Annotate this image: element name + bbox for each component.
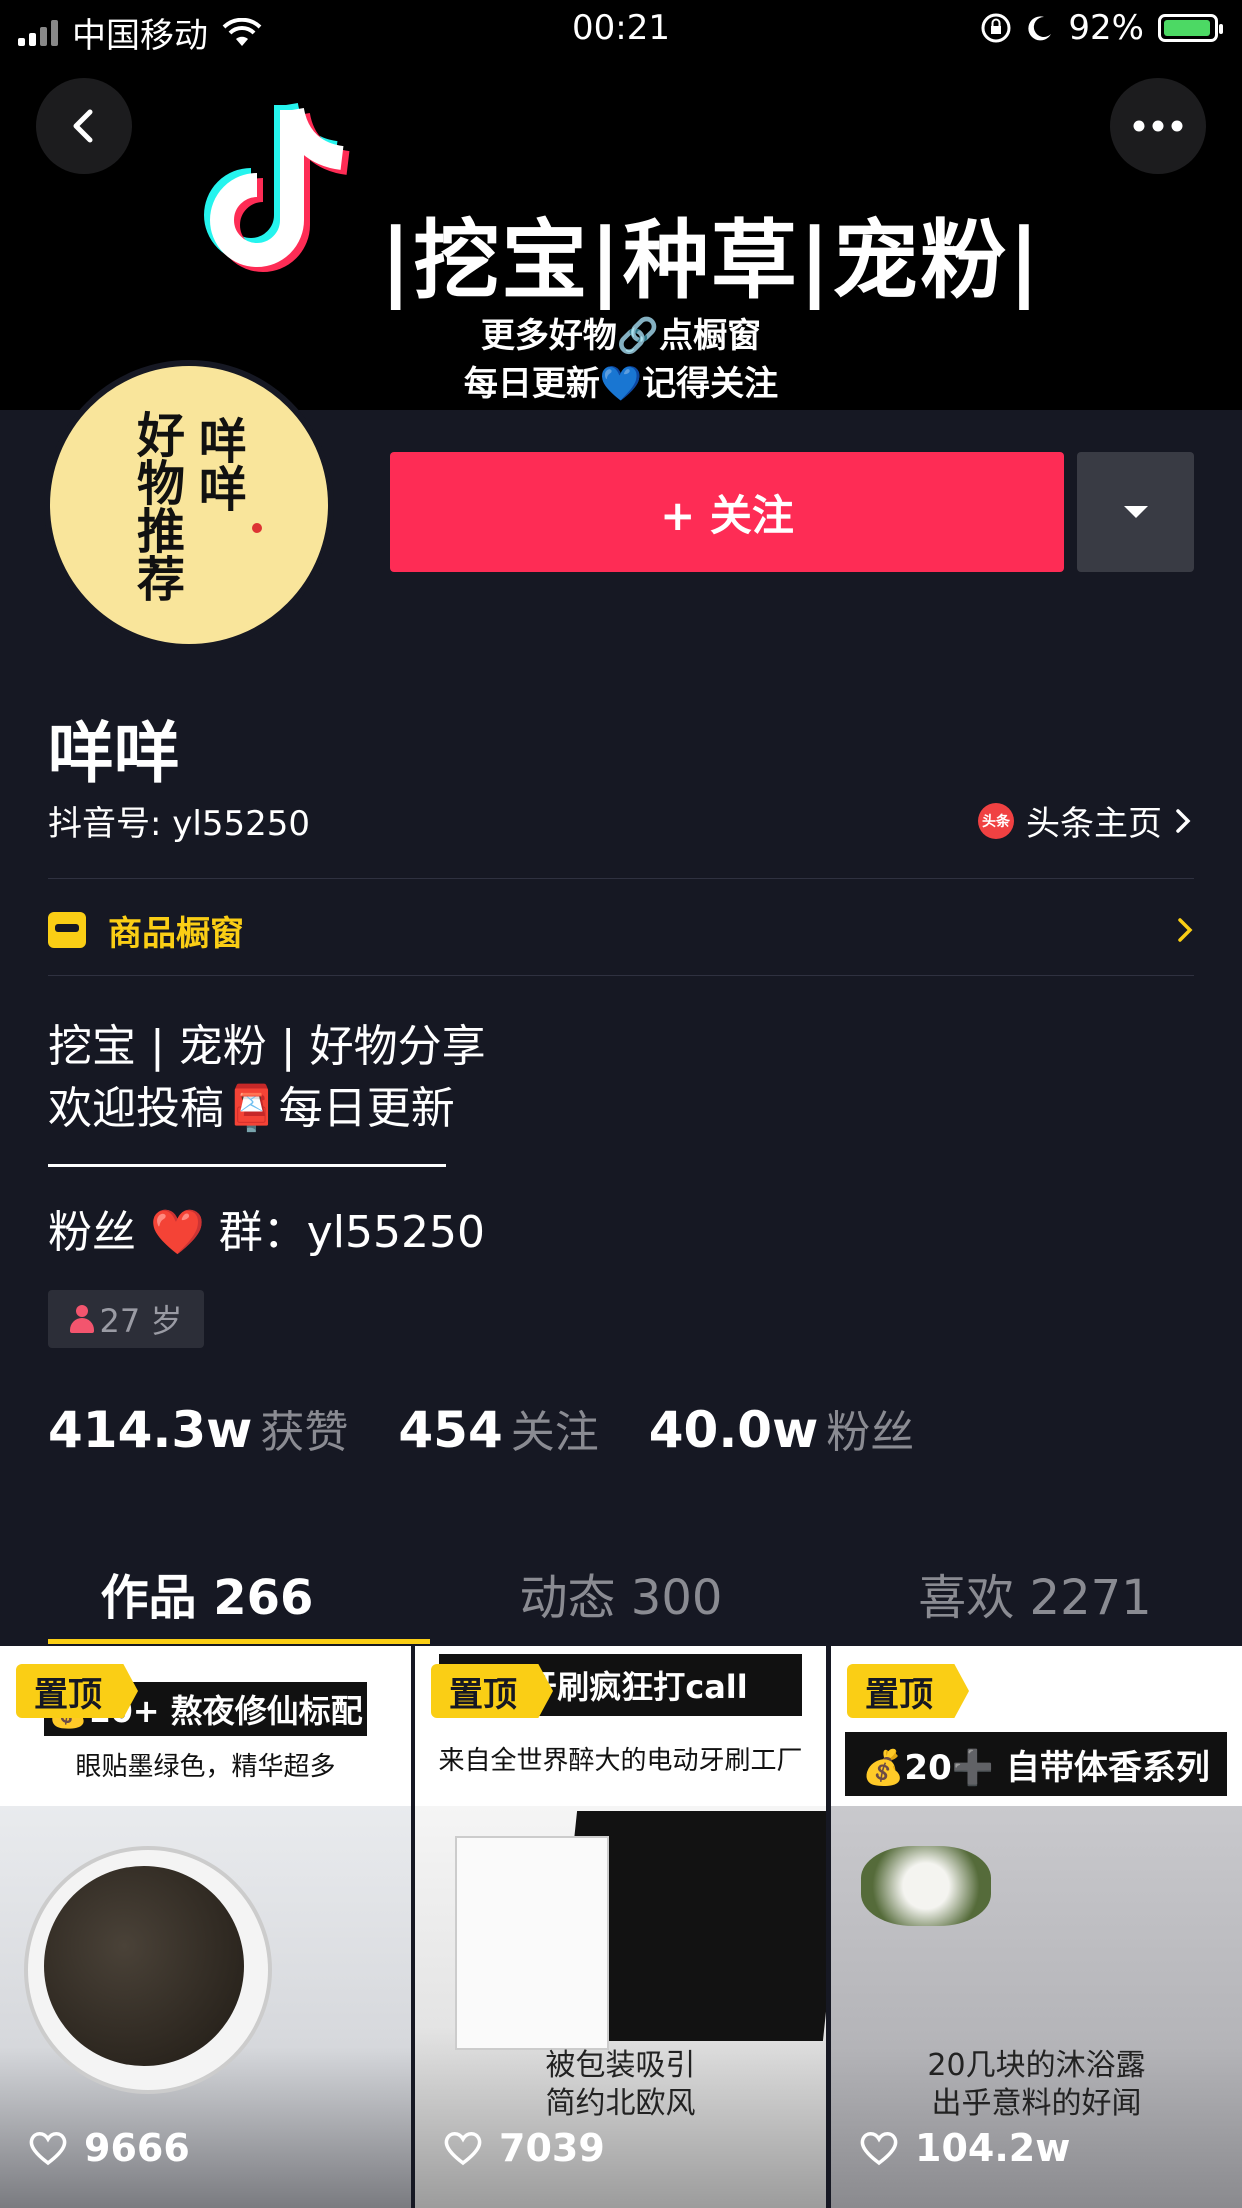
moon-icon — [1028, 16, 1052, 41]
status-bar: 中国移动 00:21 92% — [0, 0, 1242, 60]
stat-number: 414.3w — [48, 1401, 253, 1459]
status-right: 92% — [980, 8, 1223, 48]
bio-line-2: 欢迎投稿📮每日更新 — [48, 1083, 455, 1134]
ellipsis-icon — [1133, 120, 1183, 132]
bio-rule — [48, 1164, 446, 1167]
stat-number: 40.0w — [648, 1401, 819, 1459]
shop-icon — [48, 912, 86, 948]
chevron-left-icon — [73, 109, 93, 143]
eye-patch-content — [44, 1866, 244, 2066]
avatar-text-2: 好物推荐 — [128, 410, 184, 602]
toothbrush-box-white — [455, 1836, 609, 2050]
avatar-text-1: 咩咩 — [190, 416, 246, 512]
shop-label: 商品橱窗 — [108, 913, 244, 954]
chevron-right-icon — [1176, 808, 1191, 833]
video-likes: 104.2w — [859, 2126, 1070, 2170]
seal-icon — [252, 523, 262, 533]
likes-count: 7039 — [499, 2126, 605, 2170]
follow-button[interactable]: + 关注 — [390, 452, 1064, 572]
toutiao-homepage-link[interactable]: 头条 头条主页 — [978, 796, 1192, 845]
bio-line-3: 粉丝 ❤️ 群：yl55250 — [48, 1207, 485, 1258]
heart-icon — [444, 2132, 482, 2166]
avatar[interactable]: 咩咩 好物推荐 — [44, 360, 334, 650]
content-tabs: 作品 266 动态 300 喜欢 2271 — [0, 1540, 1242, 1646]
divider — [48, 975, 1194, 976]
video-caption: 简约北欧风 — [545, 2086, 696, 2121]
video-thumbnail[interactable]: 💰10+ 熬夜修仙标配 眼贴墨绿色，精华超多 置顶 9666 — [0, 1646, 411, 2208]
toutiao-icon: 头条 — [978, 802, 1014, 839]
video-subtitle: 来自全世界醉大的电动牙刷工厂 — [438, 1746, 803, 1776]
video-likes: 9666 — [28, 2126, 190, 2170]
video-thumbnail[interactable]: 💰20➕ 自带体香系列 置顶 20几块的沐浴露 出乎意料的好闻 104.2w — [831, 1646, 1242, 2208]
chevron-right-icon — [1178, 918, 1193, 942]
toutiao-link-label: 头条主页 — [1026, 804, 1162, 844]
heart-icon — [29, 2132, 67, 2166]
video-grid: 💰10+ 熬夜修仙标配 眼贴墨绿色，精华超多 置顶 9666 款牙刷疯狂打cal… — [0, 1646, 1242, 2208]
profile-banner: |挖宝|种草|宠粉| 更多好物🔗点橱窗 每日更新💙记得关注 — [0, 60, 1242, 410]
battery-icon — [1158, 14, 1223, 42]
pinned-badge: 置顶 — [431, 1664, 553, 1718]
stat-followers[interactable]: 40.0w 粉丝 — [649, 1396, 915, 1460]
heart-icon — [860, 2132, 898, 2166]
divider — [48, 878, 1194, 879]
more-options-button[interactable] — [1110, 78, 1206, 174]
tab-likes[interactable]: 喜欢 2271 — [828, 1540, 1242, 1646]
stat-following[interactable]: 454 关注 — [398, 1396, 598, 1460]
pinned-badge: 置顶 — [847, 1664, 969, 1718]
stat-label: 获赞 — [260, 1407, 349, 1458]
recommend-dropdown-button[interactable] — [1077, 452, 1194, 572]
back-button[interactable] — [36, 78, 132, 174]
video-caption: 出乎意料的好闻 — [931, 2086, 1142, 2121]
stat-label: 粉丝 — [826, 1407, 915, 1458]
profile-name: 咩咩 — [48, 715, 180, 792]
stat-number: 454 — [398, 1401, 503, 1459]
video-likes: 7039 — [443, 2126, 605, 2170]
product-showcase-link[interactable]: 商品橱窗 — [48, 900, 1194, 960]
banner-title: |挖宝|种草|宠粉| — [380, 211, 1042, 311]
video-thumbnail[interactable]: 款牙刷疯狂打call 来自全世界醉大的电动牙刷工厂 置顶 被包装吸引 简约北欧风… — [415, 1646, 826, 2208]
age-label: 27 岁 — [99, 1302, 183, 1340]
douyin-id: 抖音号: yl55250 — [48, 804, 310, 844]
likes-count: 9666 — [84, 2126, 190, 2170]
battery-percent: 92% — [1068, 8, 1144, 48]
likes-count: 104.2w — [915, 2126, 1071, 2170]
tab-works[interactable]: 作品 266 — [0, 1540, 414, 1646]
profile-stats: 414.3w 获赞 454 关注 40.0w 粉丝 — [48, 1396, 914, 1460]
video-subtitle: 眼贴墨绿色，精华超多 — [75, 1752, 336, 1782]
tab-activity[interactable]: 动态 300 — [414, 1540, 828, 1646]
bio-line-1: 挖宝 | 宠粉 | 好物分享 — [48, 1021, 486, 1072]
tab-indicator — [48, 1639, 430, 1644]
stat-likes: 414.3w 获赞 — [48, 1396, 348, 1460]
age-tag: 27 岁 — [48, 1290, 204, 1348]
flower-bouquet — [861, 1846, 991, 1926]
caret-down-icon — [1123, 506, 1148, 518]
pinned-badge: 置顶 — [16, 1664, 138, 1718]
tiktok-logo-icon — [204, 102, 351, 272]
banner-subtitle-1: 更多好物🔗点橱窗 — [480, 316, 762, 356]
female-icon — [69, 1305, 94, 1333]
rotation-lock-icon — [981, 13, 1011, 43]
video-label: 💰20➕ 自带体香系列 — [845, 1732, 1227, 1796]
stat-label: 关注 — [510, 1407, 599, 1458]
